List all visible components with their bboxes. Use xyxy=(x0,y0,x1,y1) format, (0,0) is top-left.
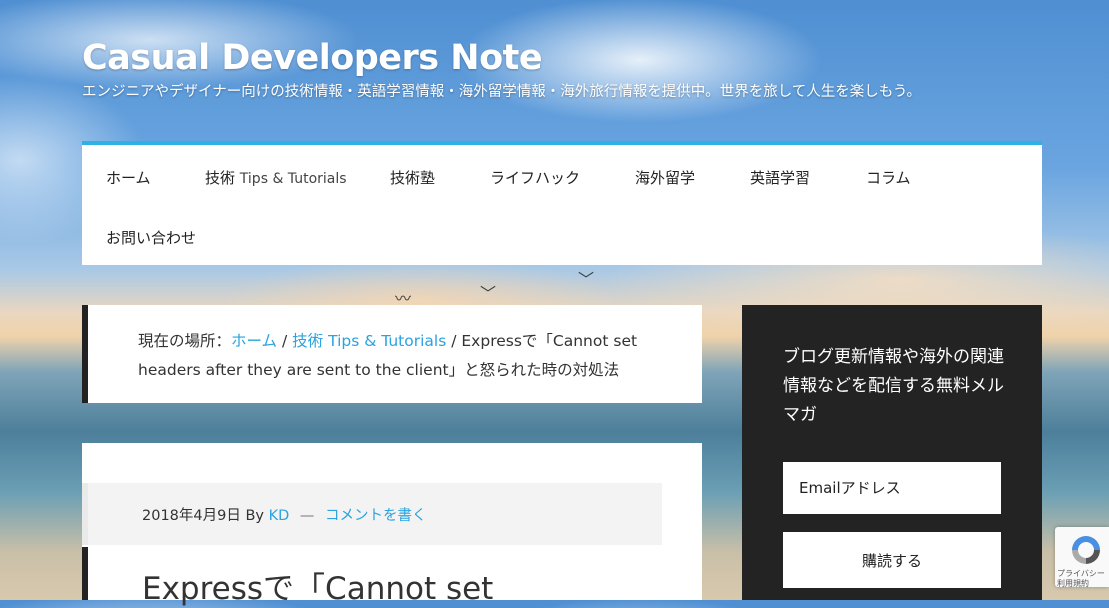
nav-item-home[interactable]: ホーム xyxy=(106,167,151,188)
breadcrumb-prefix: 現在の場所： xyxy=(138,332,232,350)
main-navigation: ホーム 技術 Tips & Tutorials 技術塾 ライフハック 海外留学 … xyxy=(82,141,1042,265)
recaptcha-terms-link[interactable]: 利用規約 xyxy=(1057,579,1089,587)
nav-item-label: 技術塾 xyxy=(390,169,436,187)
nav-item-label: ホーム xyxy=(106,169,151,187)
bird-icon: ﹀ xyxy=(480,284,497,303)
site-title[interactable]: Casual Developers Note xyxy=(82,38,543,78)
newsletter-heading: ブログ更新情報や海外の関連情報などを配信する無料メルマガ xyxy=(783,347,1004,425)
nav-item-contact[interactable]: お問い合わせ xyxy=(106,227,196,248)
entry-date: 2018年4月9日 xyxy=(142,508,241,524)
subscribe-button[interactable]: 購読する xyxy=(783,532,1001,588)
breadcrumb-home-link[interactable]: ホーム xyxy=(231,332,277,350)
breadcrumb-separator: / xyxy=(277,332,293,350)
bird-icon: ﹀ xyxy=(578,270,595,289)
recaptcha-privacy-link[interactable]: プライバシー xyxy=(1057,569,1105,578)
entry-meta-dash: — xyxy=(299,508,315,524)
nav-item-tech-juku[interactable]: 技術塾 xyxy=(390,167,435,188)
nav-item-label: ライフハック xyxy=(490,169,581,187)
recaptcha-links: プライバシー 利用規約 xyxy=(1057,569,1105,587)
nav-item-column[interactable]: コラム xyxy=(866,167,911,188)
recaptcha-badge[interactable]: プライバシー 利用規約 xyxy=(1055,527,1109,587)
comment-link[interactable]: コメントを書く xyxy=(325,508,427,524)
entry-author-link[interactable]: KD xyxy=(269,508,290,524)
breadcrumb-separator: / xyxy=(446,332,462,350)
nav-item-sublabel: Tips & Tutorials xyxy=(239,171,347,187)
nav-item-study-abroad[interactable]: 海外留学 xyxy=(635,167,695,188)
nav-item-label: コラム xyxy=(866,169,911,187)
newsletter-widget: ブログ更新情報や海外の関連情報などを配信する無料メルマガ 購読する xyxy=(742,305,1042,600)
nav-item-label: 英語学習 xyxy=(750,169,811,187)
email-field[interactable] xyxy=(783,462,1001,514)
site-tagline: エンジニアやデザイナー向けの技術情報・英語学習情報・海外留学情報・海外旅行情報を… xyxy=(82,84,921,100)
article: 2018年4月9日 By KD — コメントを書く Expressで「Canno… xyxy=(82,443,702,607)
entry-meta: 2018年4月9日 By KD — コメントを書く xyxy=(82,483,662,545)
nav-item-label: お問い合わせ xyxy=(106,229,197,247)
nav-item-tech[interactable]: 技術 Tips & Tutorials xyxy=(205,167,347,188)
nav-item-label: 技術 xyxy=(205,169,236,187)
nav-item-label: 海外留学 xyxy=(635,169,696,187)
breadcrumb-category-sublabel: Tips & Tutorials xyxy=(328,332,447,350)
recaptcha-icon xyxy=(1072,536,1100,564)
nav-item-english[interactable]: 英語学習 xyxy=(750,167,810,188)
article-title: Expressで「Cannot set xyxy=(142,571,494,607)
breadcrumb-category-label: 技術 xyxy=(292,332,324,350)
entry-author-prefix: By xyxy=(245,508,264,524)
nav-item-lifehack[interactable]: ライフハック xyxy=(490,167,580,188)
breadcrumb-category-link[interactable]: 技術 Tips & Tutorials xyxy=(292,332,446,350)
title-accent-bar xyxy=(82,547,88,600)
breadcrumb: 現在の場所：ホーム / 技術 Tips & Tutorials / Expres… xyxy=(82,305,702,403)
